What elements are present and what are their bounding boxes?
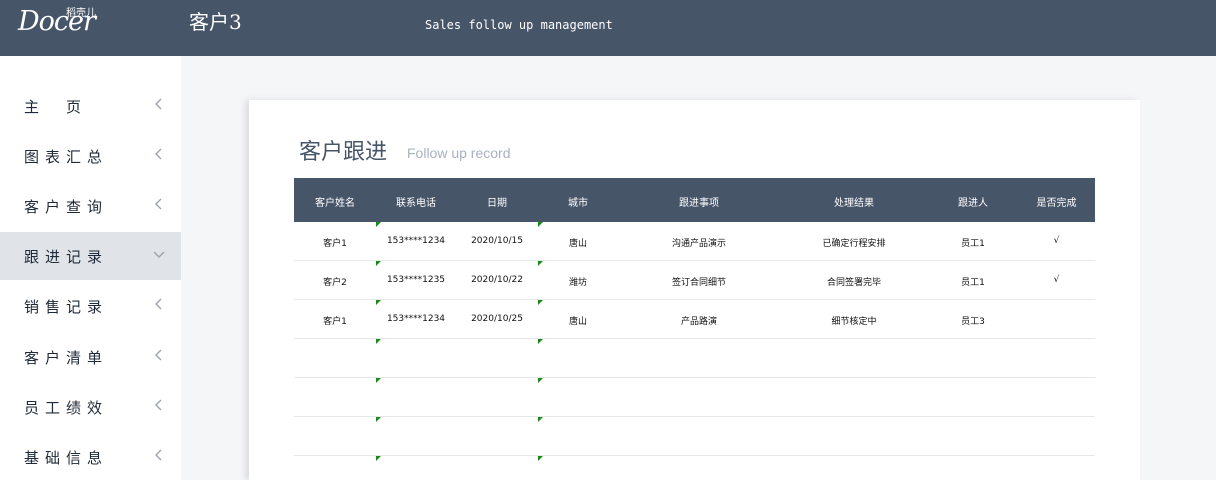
table-cell[interactable]: 潍坊	[538, 275, 618, 288]
sidebar-item-home[interactable]: 主页	[0, 82, 181, 130]
card-title: 客户跟进	[299, 140, 388, 165]
sidebar-item-label: 客户查询	[24, 198, 109, 216]
table-cell[interactable]: 细节核定中	[780, 314, 928, 327]
sidebar-item-customer-query[interactable]: 客户查询	[0, 182, 181, 230]
table-cell[interactable]: 客户2	[294, 275, 376, 288]
cell-comment-marker	[376, 339, 381, 344]
table-cell[interactable]: 153****1234	[376, 314, 456, 324]
chevron-left-icon	[155, 198, 162, 210]
card-subtitle: Follow up record	[407, 145, 511, 161]
chevron-left-icon	[155, 349, 162, 361]
sidebar-nav: 主页 图表汇总 客户查询 跟进记录 销售记录 客户清单 员工绩效 基础信息	[0, 56, 181, 480]
column-header[interactable]: 日期	[456, 194, 538, 209]
table-cell[interactable]: 2020/10/15	[456, 236, 538, 246]
column-header[interactable]: 处理结果	[780, 194, 928, 209]
table-cell[interactable]: 唐山	[538, 314, 618, 327]
column-header[interactable]: 是否完成	[1018, 194, 1095, 209]
follow-up-table: 客户姓名 联系电话 日期 城市 跟进事项 处理结果 跟进人 是否完成 客户1 15…	[294, 178, 1095, 480]
sidebar-item-label: 客户清单	[24, 349, 109, 367]
column-header[interactable]: 跟进事项	[618, 194, 780, 209]
table-body: 客户1 153****1234 2020/10/15 唐山 沟通产品演示 已确定行程安排员…	[294, 222, 1095, 480]
table-cell[interactable]: 2020/10/25	[456, 314, 538, 324]
sidebar-item-customer-list[interactable]: 客户清单	[0, 333, 181, 381]
table-row[interactable]: 客户1 153****1234 2020/10/15 唐山 沟通产品演示 已确定行程安排员…	[294, 222, 1095, 261]
sidebar-item-sales-record[interactable]: 销售记录	[0, 282, 181, 330]
sidebar-item-follow-up[interactable]: 跟进记录	[0, 232, 181, 280]
page-title: 客户3	[189, 10, 242, 34]
cell-comment-marker	[376, 222, 381, 227]
chevron-left-icon	[155, 298, 162, 310]
table-row[interactable]	[294, 456, 1095, 480]
table-cell[interactable]: 合同签署完毕	[780, 275, 928, 288]
cell-comment-marker	[538, 261, 543, 266]
sidebar-item-chart-summary[interactable]: 图表汇总	[0, 132, 181, 180]
cell-comment-marker	[376, 417, 381, 422]
chevron-left-icon	[155, 148, 162, 160]
table-row[interactable]: 客户1 153****1234 2020/10/25 唐山 产品路演 细节核定中 员工3	[294, 300, 1095, 339]
cell-comment-marker	[538, 300, 543, 305]
sidebar-item-staff-performance[interactable]: 员工绩效	[0, 383, 181, 431]
column-header[interactable]: 跟进人	[928, 194, 1018, 209]
sidebar-item-basic-info[interactable]: 基础信息	[0, 433, 181, 480]
column-header[interactable]: 客户姓名	[294, 194, 376, 209]
table-cell[interactable]: 客户1	[294, 314, 376, 327]
table-cell[interactable]: 员工1	[928, 236, 1018, 249]
sidebar-item-label: 主页	[24, 98, 109, 116]
table-cell[interactable]: √	[1018, 275, 1095, 285]
sidebar-item-label: 员工绩效	[24, 399, 109, 417]
cell-comment-marker	[376, 300, 381, 305]
table-cell[interactable]: 2020/10/22	[456, 275, 538, 285]
table-row[interactable]: 客户2 153****1235 2020/10/22 潍坊 签订合同细节 合同签署完毕 员工…	[294, 261, 1095, 300]
chevron-down-icon	[153, 251, 165, 258]
cell-comment-marker	[376, 261, 381, 266]
cell-comment-marker	[538, 378, 543, 383]
cell-comment-marker	[538, 456, 543, 461]
table-cell[interactable]: 产品路演	[618, 314, 780, 327]
sidebar-item-label: 图表汇总	[24, 148, 109, 166]
table-cell[interactable]: 沟通产品演示	[618, 236, 780, 249]
table-cell[interactable]: 员工3	[928, 314, 1018, 327]
top-header: Docer 稻壳儿 客户3 Sales follow up management	[0, 0, 1216, 56]
table-row[interactable]	[294, 339, 1095, 378]
cell-comment-marker	[538, 339, 543, 344]
cell-comment-marker	[538, 417, 543, 422]
cell-comment-marker	[376, 378, 381, 383]
table-cell[interactable]: 签订合同细节	[618, 275, 780, 288]
cell-comment-marker	[376, 456, 381, 461]
sidebar-item-label: 跟进记录	[24, 248, 109, 266]
chevron-left-icon	[155, 449, 162, 461]
cell-comment-marker	[538, 222, 543, 227]
logo-subtext: 稻壳儿	[66, 8, 96, 19]
table-header: 客户姓名 联系电话 日期 城市 跟进事项 处理结果 跟进人 是否完成	[294, 178, 1095, 222]
table-cell[interactable]: 唐山	[538, 236, 618, 249]
table-cell[interactable]: 153****1235	[376, 275, 456, 285]
sidebar-item-label: 销售记录	[24, 298, 109, 316]
column-header[interactable]: 联系电话	[376, 194, 456, 209]
table-row[interactable]	[294, 417, 1095, 456]
chevron-left-icon	[155, 98, 162, 110]
table-cell[interactable]: 已确定行程安排	[780, 236, 928, 249]
table-cell[interactable]: 153****1234	[376, 236, 456, 246]
table-cell[interactable]: √	[1018, 236, 1095, 246]
sidebar-item-label: 基础信息	[24, 449, 109, 467]
table-row[interactable]	[294, 378, 1095, 417]
chevron-left-icon	[155, 399, 162, 411]
docer-logo[interactable]: Docer 稻壳儿	[18, 4, 100, 37]
follow-up-card: 客户跟进 Follow up record 客户姓名 联系电话 日期 城市 跟进…	[249, 100, 1140, 480]
table-cell[interactable]: 客户1	[294, 236, 376, 249]
table-cell[interactable]: 员工1	[928, 275, 1018, 288]
page-subtitle: Sales follow up management	[425, 18, 613, 32]
column-header[interactable]: 城市	[538, 194, 618, 209]
